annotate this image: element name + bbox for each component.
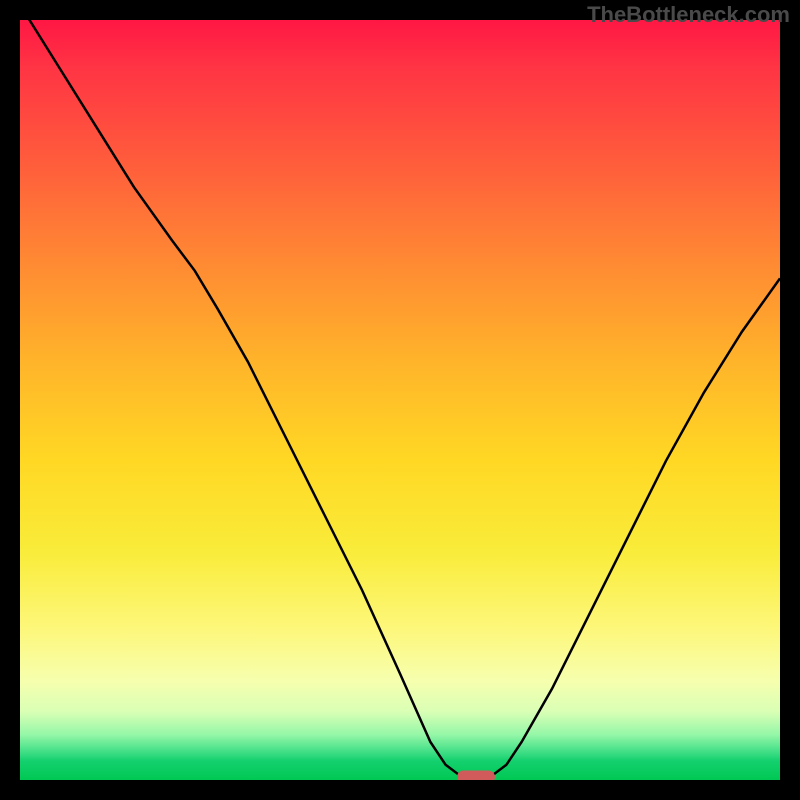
optimal-marker [457, 771, 495, 781]
bottleneck-curve [20, 20, 780, 780]
attribution-text: TheBottleneck.com [587, 2, 790, 28]
plot-area [20, 20, 780, 780]
